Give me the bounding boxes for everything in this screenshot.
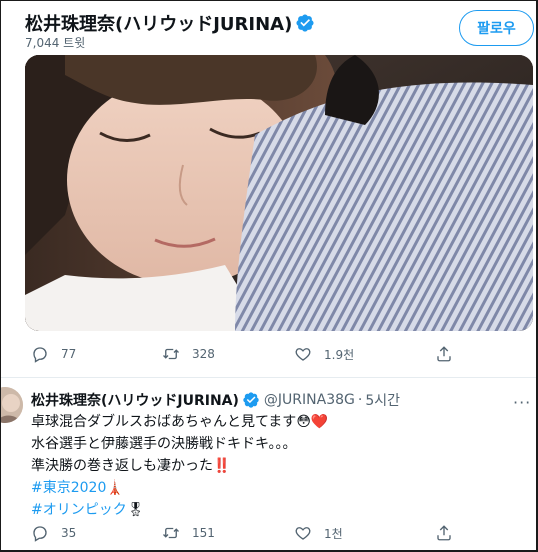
retweet-icon bbox=[163, 527, 179, 539]
retweet-count: 151 bbox=[192, 526, 215, 540]
flushed-heart-emoji: 😳❤️ bbox=[296, 414, 329, 430]
reply-button[interactable]: 77 bbox=[31, 345, 76, 363]
share-button[interactable] bbox=[435, 345, 453, 363]
tweet2-header: 松井珠理奈(ハリウッドJURINA) @JURINA38G · 5시간 bbox=[31, 390, 400, 410]
tweet-line-2: 水谷選手と伊藤選手の決勝戦ドキドキ。。。 bbox=[31, 436, 297, 452]
tweet2-action-bar: 35 151 1천 bbox=[1, 519, 536, 549]
more-options-button[interactable]: ··· bbox=[513, 393, 531, 412]
tweet-line-4: #東京2020🗼 bbox=[31, 477, 328, 499]
tweet-line-5: #オリンピック🎖 bbox=[31, 499, 328, 521]
retweet-count: 328 bbox=[192, 347, 215, 361]
verified-badge-icon bbox=[296, 14, 314, 32]
profile-name-text: 松井珠理奈(ハリウッドJURINA) bbox=[25, 14, 293, 35]
tweet-divider bbox=[1, 377, 536, 378]
tweet-frame: 松井珠理奈(ハリウッドJURINA) 7,044 트윗 팔로우 77 328 1… bbox=[0, 0, 538, 552]
share-icon bbox=[437, 346, 451, 362]
header-separator: · bbox=[357, 392, 363, 408]
heart-icon bbox=[295, 348, 311, 361]
tweet-line-1: 卓球混合ダブルスおばあちゃんと見てます😳❤️ bbox=[31, 411, 328, 433]
share-icon bbox=[437, 525, 451, 541]
share-button[interactable] bbox=[435, 524, 453, 542]
reply-count: 35 bbox=[61, 526, 77, 540]
heart-icon bbox=[295, 527, 311, 540]
like-button[interactable]: 1천 bbox=[294, 524, 343, 542]
verified-badge-icon bbox=[243, 392, 259, 408]
tweet-line-1-text: 卓球混合ダブルスおばあちゃんと見てます bbox=[31, 414, 297, 430]
tweet-timestamp[interactable]: 5시간 bbox=[365, 390, 400, 410]
like-count: 1천 bbox=[324, 526, 343, 541]
tokyo-tower-emoji: 🗼 bbox=[106, 480, 124, 496]
reply-count: 77 bbox=[61, 347, 77, 361]
tweet-line-3: 準決勝の巻き返しも凄かった‼️ bbox=[31, 455, 328, 477]
like-button[interactable]: 1.9천 bbox=[294, 345, 354, 363]
reply-icon bbox=[33, 526, 47, 542]
reply-button[interactable]: 35 bbox=[31, 524, 76, 542]
profile-header: 松井珠理奈(ハリウッドJURINA) 7,044 트윗 팔로우 bbox=[1, 1, 536, 53]
retweet-button[interactable]: 328 bbox=[162, 345, 215, 363]
author-name[interactable]: 松井珠理奈(ハリウッドJURINA) bbox=[31, 390, 239, 410]
tweet-count: 7,044 트윗 bbox=[25, 36, 86, 50]
reply-icon bbox=[33, 347, 47, 363]
avatar-image bbox=[1, 387, 23, 423]
wreath-emoji: 🎖 bbox=[126, 502, 145, 518]
retweet-icon bbox=[163, 348, 179, 360]
tweet1-action-bar: 77 328 1.9천 bbox=[1, 340, 536, 370]
profile-name: 松井珠理奈(ハリウッドJURINA) bbox=[25, 10, 315, 36]
like-count: 1.9천 bbox=[324, 347, 355, 362]
tweet2-text: 卓球混合ダブルスおばあちゃんと見てます😳❤️ 水谷選手と伊藤選手の決勝戦ドキドキ… bbox=[31, 411, 328, 521]
photo-illustration bbox=[25, 55, 533, 331]
tweet-photo[interactable] bbox=[25, 55, 533, 331]
hashtag-tokyo2020[interactable]: #東京2020 bbox=[31, 480, 106, 496]
author-handle[interactable]: @JURINA38G bbox=[264, 392, 355, 408]
hashtag-olympic[interactable]: #オリンピック bbox=[31, 502, 127, 518]
retweet-button[interactable]: 151 bbox=[162, 524, 215, 542]
tweet-line-3-text: 準決勝の巻き返しも凄かった bbox=[31, 458, 213, 474]
avatar[interactable] bbox=[1, 387, 23, 423]
double-exclamation-emoji: ‼️ bbox=[213, 458, 231, 474]
follow-button[interactable]: 팔로우 bbox=[459, 10, 534, 46]
